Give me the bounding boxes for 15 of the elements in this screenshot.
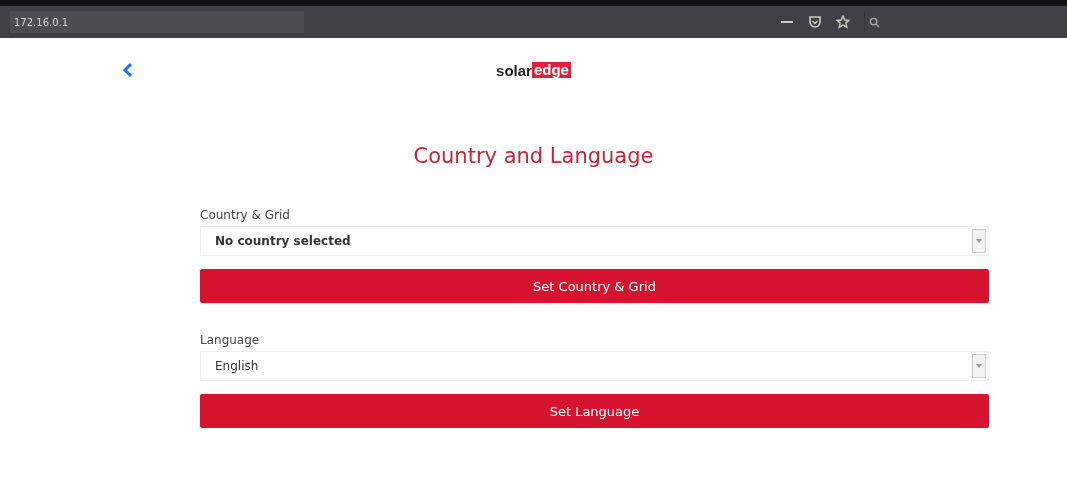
back-icon[interactable]	[122, 62, 134, 78]
page-title: Country and Language	[412, 144, 655, 170]
submit-button[interactable]: Set Country & Grid	[200, 269, 989, 303]
search-icon	[869, 16, 880, 28]
field-label: Language	[200, 333, 261, 349]
shield-icon[interactable]	[808, 15, 822, 29]
address-bar[interactable]: 172.16.0.1	[10, 11, 304, 33]
submit-button[interactable]: Set Language	[200, 394, 989, 428]
dropdown[interactable]: No country selected	[200, 226, 989, 256]
logo-text: solar	[496, 61, 532, 79]
star-icon[interactable]	[836, 15, 850, 29]
url-text: 172.16.0.1	[14, 16, 69, 28]
logo-badge: edge	[531, 62, 571, 78]
field-label: Country & Grid	[200, 208, 291, 224]
dropdown[interactable]: English	[200, 351, 989, 381]
